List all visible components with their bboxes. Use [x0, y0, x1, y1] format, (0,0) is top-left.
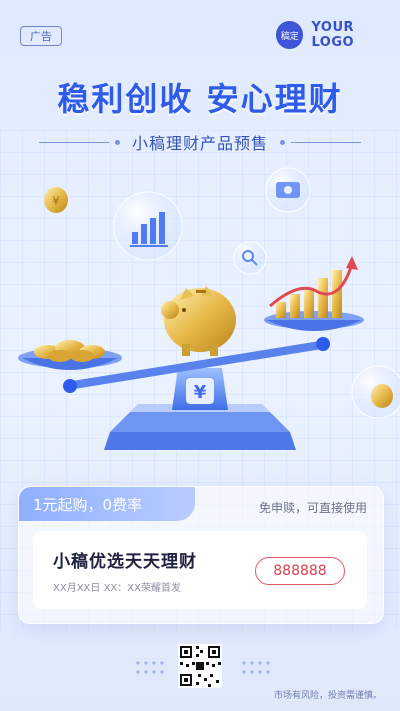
poster: 广告 稿定 YOUR LOGO 稳利创收 安心理财 小稿理财产品预售 ¥ ¥ 1…: [0, 0, 400, 711]
coin-icon: ¥: [44, 187, 68, 213]
risk-warning: 市场有风险，投资需谨慎。: [273, 691, 382, 701]
left-tray-gold: [18, 340, 122, 370]
svg-text:¥: ¥: [194, 382, 207, 403]
scale-base: [104, 404, 296, 450]
svg-text:¥: ¥: [52, 194, 60, 208]
divider-dot-left: [114, 139, 120, 145]
headline: 稳利创收 安心理财: [57, 80, 343, 118]
divider-dot-right: [280, 139, 285, 145]
search-icon: [233, 241, 267, 275]
subline: 小稿理财产品预售: [131, 134, 268, 153]
card-tab: 1元起购，0费率: [19, 487, 195, 521]
product-title: 小稿优选天天理财: [53, 552, 197, 572]
bar-chart-icon: [113, 191, 183, 261]
decorative-dots-left: [136, 661, 164, 674]
right-tray-growth: [264, 256, 364, 331]
money-icon: [265, 167, 311, 213]
ad-tag: 广告: [20, 26, 62, 46]
divider-line-right: [291, 141, 361, 143]
brand-logo[interactable]: 稿定 YOUR LOGO: [276, 20, 400, 50]
logo-badge: 稿定: [276, 21, 304, 49]
balance-scale-illustration: ¥ ¥: [18, 167, 400, 450]
coin-icon: [351, 365, 400, 419]
decorative-dots-right: [242, 661, 270, 674]
product-code-badge[interactable]: 888888: [255, 557, 345, 585]
piggy-bank: [161, 286, 236, 356]
product-date: XX月XX日 XX：XX荣耀首发: [53, 583, 181, 594]
yen-icon: ¥: [172, 368, 228, 410]
divider-line-left: [38, 141, 109, 143]
product-panel: 小稿优选天天理财 XX月XX日 XX：XX荣耀首发 888888: [33, 531, 367, 609]
product-card[interactable]: 1元起购，0费率 免申赎，可直接使用 小稿优选天天理财 XX月XX日 XX：XX…: [18, 486, 384, 624]
qr-code[interactable]: [178, 644, 222, 688]
subline-row: 小稿理财产品预售: [0, 130, 400, 154]
logo-text: YOUR LOGO: [311, 20, 355, 50]
card-note: 免申赎，可直接使用: [258, 501, 367, 515]
